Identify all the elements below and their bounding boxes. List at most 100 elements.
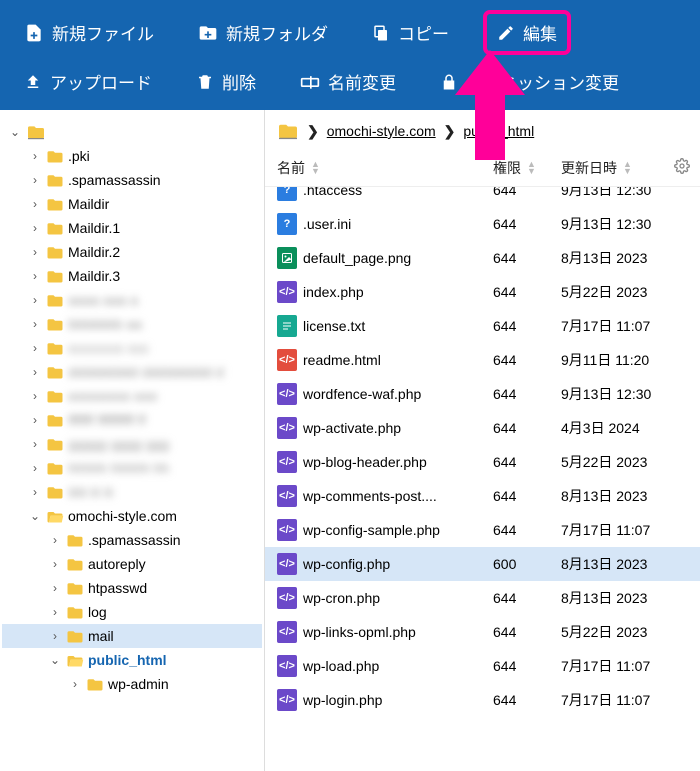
upload-label: アップロード	[50, 69, 152, 94]
file-row[interactable]: default_page.png6448月13日 2023	[265, 241, 700, 275]
header-date[interactable]: 更新日時▲▼	[561, 158, 688, 178]
file-row[interactable]: </>wp-cron.php6448月13日 2023	[265, 581, 700, 615]
new-file-button[interactable]: 新規ファイル	[14, 14, 164, 51]
breadcrumb-folder[interactable]: public_html	[463, 123, 534, 139]
tree-toggle-icon[interactable]: ›	[68, 677, 82, 691]
file-row[interactable]: </>wp-comments-post....6448月13日 2023	[265, 479, 700, 513]
folder-plus-icon	[198, 23, 218, 43]
tree-toggle-icon[interactable]: ›	[28, 149, 42, 163]
tree-toggle-icon[interactable]: ›	[28, 413, 42, 427]
tree-item[interactable]: ⌄public_html	[2, 648, 262, 672]
rename-button[interactable]: 名前変更	[290, 63, 406, 100]
upload-button[interactable]: アップロード	[14, 63, 162, 100]
file-name: wp-links-opml.php	[303, 624, 493, 640]
tree-toggle-icon[interactable]: ›	[28, 245, 42, 259]
new-folder-button[interactable]: 新規フォルダ	[188, 14, 338, 51]
tree-toggle-icon[interactable]: ›	[28, 173, 42, 187]
file-name: license.txt	[303, 318, 493, 334]
tree-item[interactable]: ›iiiiii iii iii	[2, 480, 262, 504]
file-row[interactable]: </>wp-config-sample.php6447月17日 11:07	[265, 513, 700, 547]
tree-toggle-icon[interactable]: ⌄	[48, 653, 62, 667]
file-name: wp-load.php	[303, 658, 493, 674]
file-type-icon: </>	[277, 519, 303, 541]
file-row[interactable]: </>wp-links-opml.php6445月22日 2023	[265, 615, 700, 649]
file-row[interactable]: license.txt6447月17日 11:07	[265, 309, 700, 343]
tree-item[interactable]: ›.spamassassin	[2, 168, 262, 192]
folder-icon	[66, 629, 84, 644]
tree-toggle-icon[interactable]: ›	[28, 341, 42, 355]
delete-button[interactable]: 削除	[186, 63, 266, 100]
file-date: 8月13日 2023	[561, 588, 688, 608]
tree-toggle-icon[interactable]: ⌄	[8, 125, 22, 139]
tree-item[interactable]: ›htpasswd	[2, 576, 262, 600]
tree-item[interactable]: ›ggggg gggg ggg	[2, 432, 262, 456]
column-headers: 名前▲▼ 権限▲▼ 更新日時▲▼	[265, 152, 700, 187]
file-row[interactable]: ?.user.ini6449月13日 12:30	[265, 207, 700, 241]
tree-toggle-icon[interactable]: ›	[28, 389, 42, 403]
file-row[interactable]: </>wp-blog-header.php6445月22日 2023	[265, 445, 700, 479]
tree-item[interactable]: ›log	[2, 600, 262, 624]
tree-toggle-icon[interactable]: ›	[48, 557, 62, 571]
tree-item[interactable]: ›hhhhh hhhhh hh	[2, 456, 262, 480]
header-permission[interactable]: 権限▲▼	[493, 158, 561, 178]
file-row[interactable]: </>wp-config.php6008月13日 2023	[265, 547, 700, 581]
folder-icon	[26, 124, 46, 140]
tree-item[interactable]: ›.spamassassin	[2, 528, 262, 552]
tree-item-label: fffffff ffffffffff ff	[68, 412, 146, 428]
file-row[interactable]: </>readme.html6449月11日 11:20	[265, 343, 700, 377]
tree-item[interactable]: ›mail	[2, 624, 262, 648]
tree-item[interactable]: ›Maildir.2	[2, 240, 262, 264]
file-name: wp-cron.php	[303, 590, 493, 606]
header-name[interactable]: 名前▲▼	[277, 158, 493, 178]
folder-icon	[46, 389, 64, 404]
tree-toggle-icon[interactable]: ›	[28, 221, 42, 235]
tree-toggle-icon[interactable]: ›	[28, 461, 42, 475]
file-type-icon: </>	[277, 621, 303, 643]
tree-toggle-icon[interactable]: ›	[48, 629, 62, 643]
tree-toggle-icon[interactable]: ⌄	[28, 509, 42, 523]
file-row[interactable]: </>wordfence-waf.php6449月13日 12:30	[265, 377, 700, 411]
tree-item[interactable]: ›Maildir	[2, 192, 262, 216]
file-row[interactable]: </>wp-load.php6447月17日 11:07	[265, 649, 700, 683]
home-icon[interactable]	[277, 122, 299, 140]
folder-icon	[46, 485, 64, 500]
tree-item[interactable]: ⌄omochi-style.com	[2, 504, 262, 528]
file-permission: 644	[493, 624, 561, 640]
tree-toggle-icon[interactable]: ›	[28, 293, 42, 307]
file-date: 8月13日 2023	[561, 248, 688, 268]
tree-item[interactable]: ›eeeeeeee eee	[2, 384, 262, 408]
tree-item[interactable]: ›wp-admin	[2, 672, 262, 696]
tree-item[interactable]: ›cccccccc ccc	[2, 336, 262, 360]
tree-item[interactable]: ›aaaa aaa a	[2, 288, 262, 312]
copy-icon	[372, 24, 390, 42]
file-row[interactable]: ?.htaccess6449月13日 12:30	[265, 187, 700, 207]
edit-button[interactable]: 編集	[483, 10, 571, 55]
tree-item[interactable]: ⌄	[2, 120, 262, 144]
tree-item[interactable]: ›.pki	[2, 144, 262, 168]
permission-button[interactable]: パーミッション変更	[430, 63, 629, 100]
tree-item[interactable]: ›bbbbbbb aa	[2, 312, 262, 336]
tree-item[interactable]: ›autoreply	[2, 552, 262, 576]
breadcrumb-sep: ❯	[307, 123, 319, 140]
tree-item[interactable]: ›ddddddddd ddddddddd d	[2, 360, 262, 384]
tree-toggle-icon[interactable]: ›	[48, 581, 62, 595]
file-name: wp-config.php	[303, 556, 493, 572]
tree-item[interactable]: › fffffff ffffffffff ff	[2, 408, 262, 432]
tree-toggle-icon[interactable]: ›	[28, 269, 42, 283]
folder-icon	[46, 509, 64, 524]
file-row[interactable]: </>wp-login.php6447月17日 11:07	[265, 683, 700, 717]
tree-toggle-icon[interactable]: ›	[28, 365, 42, 379]
tree-toggle-icon[interactable]: ›	[28, 197, 42, 211]
breadcrumb-domain[interactable]: omochi-style.com	[327, 123, 436, 139]
tree-item[interactable]: ›Maildir.1	[2, 216, 262, 240]
file-row[interactable]: </>index.php6445月22日 2023	[265, 275, 700, 309]
tree-toggle-icon[interactable]: ›	[28, 317, 42, 331]
column-settings-icon[interactable]	[674, 158, 690, 177]
tree-item[interactable]: ›Maildir.3	[2, 264, 262, 288]
file-row[interactable]: </>wp-activate.php6444月3日 2024	[265, 411, 700, 445]
tree-toggle-icon[interactable]: ›	[28, 485, 42, 499]
tree-toggle-icon[interactable]: ›	[48, 533, 62, 547]
tree-toggle-icon[interactable]: ›	[28, 437, 42, 451]
copy-button[interactable]: コピー	[362, 14, 459, 51]
tree-toggle-icon[interactable]: ›	[48, 605, 62, 619]
